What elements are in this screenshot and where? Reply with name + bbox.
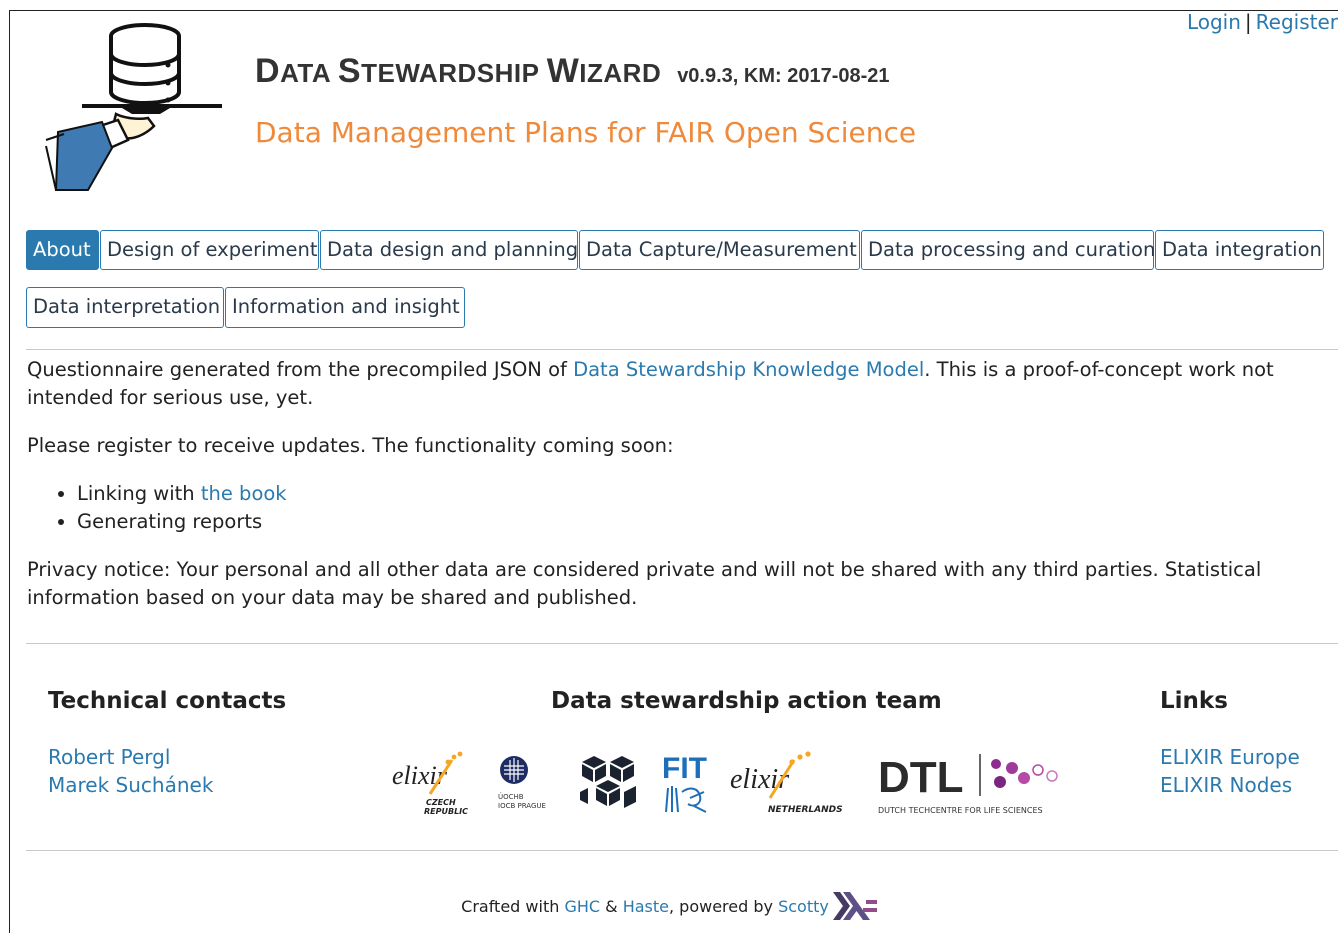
tab-information-and-insight[interactable]: Information and insight (225, 287, 465, 328)
dtl-logo[interactable]: DTL DUTCH TECHCENTRE FOR LIFE SCIENCES (876, 750, 1068, 818)
elixir-netherlands-logo[interactable]: elixir NETHERLANDS (728, 750, 862, 818)
intro-paragraph: Questionnaire generated from the precomp… (27, 358, 1274, 409)
svg-text:elixir: elixir (392, 761, 448, 790)
contact-marek-suchanek[interactable]: Marek Suchánek (48, 773, 213, 797)
list-item: Generating reports (77, 508, 287, 536)
coming-soon-list: Linking with the book Generating reports (27, 480, 287, 536)
tab-data-design-and-planning[interactable]: Data design and planning (320, 230, 578, 270)
svg-text:ÚOCHB: ÚOCHB (498, 792, 524, 801)
page-frame-top (9, 10, 1338, 11)
tab-data-processing-and-curation[interactable]: Data processing and curation (861, 230, 1155, 270)
links-heading: Links (1160, 688, 1228, 714)
knowledge-model-link[interactable]: Data Stewardship Knowledge Model (573, 358, 924, 381)
list-item: Linking with the book (77, 480, 287, 508)
haste-link[interactable]: Haste (623, 897, 669, 916)
register-paragraph: Please register to receive updates. The … (27, 434, 674, 457)
version-label: v0.9.3, KM: 2017-08-21 (677, 65, 890, 87)
elixir-nodes-link[interactable]: ELIXIR Nodes (1160, 773, 1292, 797)
scotty-link[interactable]: Scotty (778, 897, 829, 916)
fit-logo[interactable]: FIT (660, 752, 714, 818)
divider-bottom (26, 850, 1338, 851)
app-title-row: DATA STEWARDSHIP WIZARD v0.9.3, KM: 2017… (255, 52, 890, 91)
auth-separator: | (1244, 10, 1252, 34)
elixir-czech-logo[interactable]: elixir CZECH REPUBLIC (390, 750, 480, 816)
ghc-link[interactable]: GHC (564, 897, 600, 916)
links-list: ELIXIR Europe ELIXIR Nodes (1160, 743, 1300, 799)
svg-text:DTL: DTL (878, 753, 964, 802)
tab-design-of-experiment[interactable]: Design of experiment (100, 230, 319, 270)
svg-text:IOCB PRAGUE: IOCB PRAGUE (498, 802, 546, 810)
divider-middle (26, 643, 1338, 644)
divider-top (26, 349, 1338, 350)
tab-data-capture-measurement[interactable]: Data Capture/Measurement (579, 230, 860, 270)
auth-links: Login | Register (1187, 10, 1338, 34)
the-book-link[interactable]: the book (201, 482, 287, 505)
uochb-logo[interactable]: ÚOCHB IOCB PRAGUE (496, 754, 560, 814)
login-link[interactable]: Login (1187, 10, 1241, 34)
app-subtitle: Data Management Plans for FAIR Open Scie… (255, 116, 917, 149)
svg-text:DUTCH TECHCENTRE FOR LIFE SCIE: DUTCH TECHCENTRE FOR LIFE SCIENCES (878, 806, 1043, 815)
tab-about[interactable]: About (26, 230, 99, 270)
page-frame-left (9, 10, 10, 933)
svg-text:REPUBLIC: REPUBLIC (424, 807, 468, 816)
svg-text:NETHERLANDS: NETHERLANDS (768, 805, 843, 815)
register-link[interactable]: Register (1256, 10, 1338, 34)
contact-robert-pergl[interactable]: Robert Pergl (48, 745, 170, 769)
app-title: DATA STEWARDSHIP WIZARD (255, 52, 662, 90)
contacts-list: Robert Pergl Marek Suchánek (48, 743, 213, 799)
cubes-logo[interactable] (578, 752, 640, 816)
svg-text:FIT: FIT (662, 752, 707, 785)
technical-contacts-heading: Technical contacts (48, 688, 287, 714)
tab-data-integration[interactable]: Data integration (1155, 230, 1324, 270)
svg-text:CZECH: CZECH (426, 798, 456, 807)
privacy-notice: Privacy notice: Your personal and all ot… (27, 558, 1262, 609)
footer-credits: Crafted with GHC & Haste, powered by Sco… (0, 892, 1338, 920)
haskell-logo-icon (832, 892, 877, 920)
elixir-europe-link[interactable]: ELIXIR Europe (1160, 745, 1300, 769)
database-waiter-logo-icon (45, 23, 222, 191)
tab-data-interpretation[interactable]: Data interpretation (26, 287, 224, 328)
action-team-heading: Data stewardship action team (551, 688, 942, 714)
